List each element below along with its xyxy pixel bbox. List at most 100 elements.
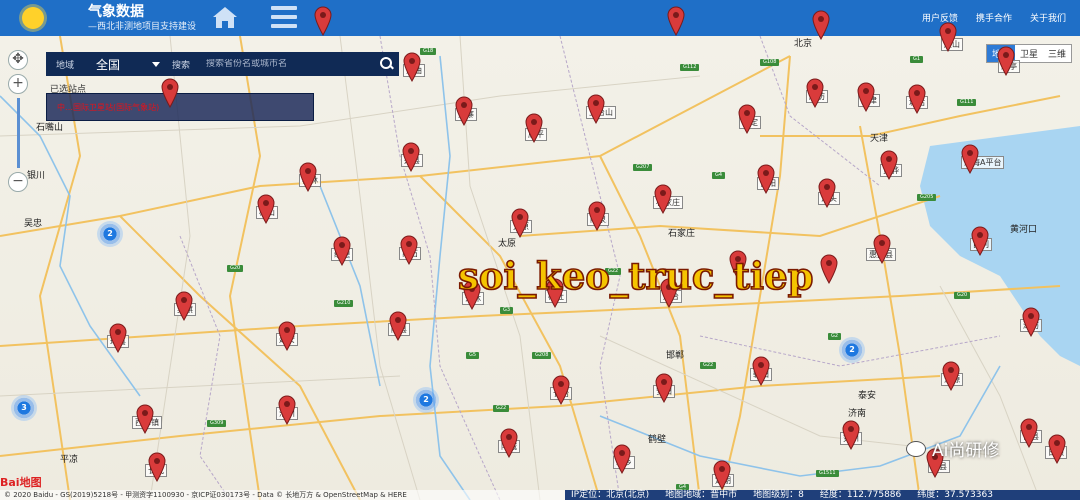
station-cluster[interactable]: 3 <box>11 395 37 421</box>
road-shield: G3 <box>500 307 514 314</box>
map-pin-icon[interactable] <box>997 46 1015 76</box>
station-cluster[interactable]: 2 <box>413 387 439 413</box>
map-pin-icon[interactable] <box>552 375 570 405</box>
road-shield: G205 <box>917 194 937 201</box>
chevron-down-icon[interactable] <box>152 61 160 67</box>
zoom-out-button[interactable]: − <box>8 172 28 192</box>
road-shield: G1511 <box>816 470 839 477</box>
site-subtitle: —西北非测地项目支持建设 <box>88 21 197 32</box>
map-pin-icon[interactable] <box>613 444 631 474</box>
map-pin-icon[interactable] <box>588 201 606 231</box>
map-pin-icon[interactable] <box>654 184 672 214</box>
road-shield: G1 <box>910 56 924 63</box>
map-pin-icon[interactable] <box>511 208 529 238</box>
map-pin-icon[interactable] <box>713 460 731 490</box>
wechat-watermark: Ai尚研修 <box>906 436 999 461</box>
map-pin-icon[interactable] <box>942 361 960 391</box>
map-pin-icon[interactable] <box>109 323 127 353</box>
search-icon[interactable] <box>375 52 399 76</box>
zoom-slider[interactable] <box>16 98 20 168</box>
map-pin-icon[interactable] <box>752 356 770 386</box>
road-shield: G22 <box>700 362 717 369</box>
city-label: 平凉 <box>60 455 79 465</box>
road-shield: G5 <box>466 352 480 359</box>
nav-cooperation[interactable]: 携手合作 <box>976 11 1012 24</box>
city-label: 黄河口 <box>1010 225 1038 235</box>
map-pin-icon[interactable] <box>278 395 296 425</box>
road-shield: G309 <box>207 420 227 427</box>
map-pin-icon[interactable] <box>455 96 473 126</box>
home-icon[interactable] <box>212 5 238 29</box>
map-pin-icon[interactable] <box>857 82 875 112</box>
map-pin-icon[interactable] <box>525 113 543 143</box>
map-pin-icon[interactable] <box>400 235 418 265</box>
watermark-text: soi_keo_truc_tiep <box>457 253 814 299</box>
road-shield: G4 <box>712 172 726 179</box>
map-pin-icon[interactable] <box>314 6 332 36</box>
longitude: 经度：112.775886 <box>819 490 902 500</box>
search-input[interactable] <box>206 59 375 69</box>
map-pin-icon[interactable] <box>820 254 838 284</box>
map-pin-icon[interactable] <box>939 22 957 52</box>
map-pin-icon[interactable] <box>403 52 421 82</box>
city-label: 石嘴山 <box>36 123 64 133</box>
city-label: 济南 <box>848 409 867 419</box>
map-pin-icon[interactable] <box>971 226 989 256</box>
road-shield: G20 <box>227 265 244 272</box>
city-label: 邯郸 <box>666 351 685 361</box>
menu-icon[interactable] <box>271 6 297 28</box>
city-label: 银川 <box>27 171 46 181</box>
latitude: 纬度：37.573363 <box>917 490 993 500</box>
nav-about[interactable]: 关于我们 <box>1030 11 1066 24</box>
road-shield: G22 <box>493 405 510 412</box>
map-pin-icon[interactable] <box>587 94 605 124</box>
logo[interactable] <box>0 0 66 36</box>
search-panel: 地域 全国 搜索 <box>46 52 399 76</box>
zoom-in-button[interactable]: + <box>8 74 28 94</box>
map-pin-icon[interactable] <box>880 150 898 180</box>
map-pin-icon[interactable] <box>1022 307 1040 337</box>
wechat-label: Ai尚研修 <box>932 441 1000 461</box>
sun-logo-icon <box>22 7 44 29</box>
pan-icon[interactable]: ✥ <box>8 50 28 70</box>
map-pin-icon[interactable] <box>812 10 830 40</box>
map-pin-icon[interactable] <box>402 142 420 172</box>
map-pin-icon[interactable] <box>278 321 296 351</box>
selected-station[interactable]: 中…国际卫星站(国际气象站) <box>46 93 314 121</box>
station-cluster[interactable]: 2 <box>839 337 865 363</box>
map-pin-icon[interactable] <box>299 162 317 192</box>
map-pin-icon[interactable] <box>500 428 518 458</box>
baidu-logo[interactable]: Bai地图 <box>0 474 42 490</box>
road-shield: G2 <box>828 333 842 340</box>
map-type-3d[interactable]: 三维 <box>1043 45 1071 62</box>
map-pin-icon[interactable] <box>257 194 275 224</box>
map-pin-icon[interactable] <box>738 104 756 134</box>
map-pin-icon[interactable] <box>667 6 685 36</box>
map-pin-icon[interactable] <box>873 234 891 264</box>
map-pin-icon[interactable] <box>818 178 836 208</box>
map-pin-icon[interactable] <box>757 164 775 194</box>
top-header: 气象数据 —西北非测地项目支持建设 用户反馈 携手合作 关于我们 <box>0 0 1080 36</box>
map-pin-icon[interactable] <box>161 78 179 108</box>
map-zoom-level: 地图级别：8 <box>753 490 804 500</box>
map-pin-icon[interactable] <box>806 78 824 108</box>
map-pin-icon[interactable] <box>842 420 860 450</box>
map-area: 地图地域：晋中市 <box>665 490 738 500</box>
map-pin-icon[interactable] <box>175 291 193 321</box>
map-pin-icon[interactable] <box>136 404 154 434</box>
map-pin-icon[interactable] <box>333 236 351 266</box>
station-cluster[interactable]: 2 <box>97 221 123 247</box>
map-pin-icon[interactable] <box>148 452 166 482</box>
map-pin-icon[interactable] <box>655 373 673 403</box>
map-pin-icon[interactable] <box>908 84 926 114</box>
map-pin-icon[interactable] <box>1048 434 1066 464</box>
map-pin-icon[interactable] <box>1020 418 1038 448</box>
road-shield: G111 <box>957 99 977 106</box>
region-label: 地域 <box>56 60 75 71</box>
map-pin-icon[interactable] <box>961 144 979 174</box>
copyright-text: © 2020 Baidu - GS(2019)5218号 - 甲测资字11009… <box>4 491 407 499</box>
map-pin-icon[interactable] <box>389 311 407 341</box>
region-select[interactable]: 全国 <box>96 56 152 73</box>
ip-location: IP定位：北京(北京) <box>571 490 650 500</box>
search-label: 搜索 <box>172 60 191 71</box>
